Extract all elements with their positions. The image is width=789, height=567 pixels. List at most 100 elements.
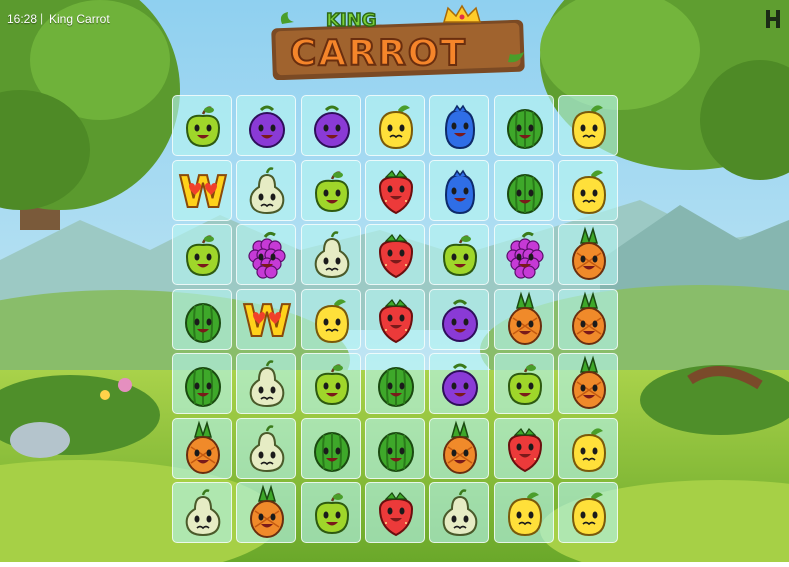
lemon-icon [378, 105, 413, 150]
grid-cell[interactable] [236, 482, 297, 543]
grid-cell[interactable] [364, 95, 425, 156]
purple-plum-icon [249, 105, 286, 148]
pear-icon [249, 166, 285, 214]
watermelon-icon [377, 367, 414, 407]
purple-plum-icon [442, 363, 479, 406]
green-apple-icon [314, 170, 349, 212]
strawberry-icon [378, 298, 413, 343]
grid-cell[interactable] [364, 482, 425, 543]
grid-cell[interactable] [493, 159, 554, 221]
green-apple-icon [185, 106, 221, 148]
lemon-icon [571, 492, 606, 537]
lemon-icon [571, 169, 606, 214]
grid-cell[interactable] [493, 288, 554, 350]
grid-cell[interactable] [429, 159, 490, 221]
grid-cell[interactable] [557, 288, 618, 350]
grid-cell[interactable] [172, 288, 232, 350]
king-carrot-logo: KING CARROT [271, 4, 525, 80]
grid-cell[interactable] [236, 159, 297, 221]
svg-text:W: W [243, 296, 292, 347]
grid-cell[interactable] [172, 417, 232, 479]
grid-cell[interactable] [364, 417, 425, 479]
pineapple-icon [571, 355, 606, 409]
grid-cell[interactable] [429, 224, 490, 285]
pineapple-icon [571, 290, 606, 345]
watermelon-icon [506, 109, 543, 149]
grid-cell[interactable] [429, 95, 490, 156]
pear-icon [314, 231, 349, 279]
pear-icon [442, 489, 478, 537]
green-apple-icon [314, 493, 349, 535]
grid-cell[interactable] [300, 482, 361, 543]
purple-plum-icon [313, 105, 350, 148]
reel-grid: W W [172, 95, 620, 545]
grid-cell[interactable] [300, 224, 361, 285]
green-apple-icon [507, 364, 542, 406]
game-title: King Carrot [49, 12, 110, 26]
grid-cell[interactable] [236, 353, 297, 414]
watermelon-icon [506, 173, 543, 214]
grid-cell[interactable] [557, 353, 618, 414]
watermelon-icon [185, 302, 221, 343]
grid-cell[interactable] [493, 482, 554, 543]
grid-cell[interactable] [557, 482, 618, 543]
pineapple-icon [443, 419, 478, 474]
grid-cell[interactable] [429, 353, 490, 414]
pineapple-icon [507, 290, 542, 345]
grid-cell[interactable] [300, 353, 361, 414]
grid-cell[interactable] [172, 482, 232, 543]
grid-cell[interactable]: W [236, 288, 297, 350]
grid-cell[interactable] [300, 159, 361, 221]
grid-cell[interactable] [493, 95, 554, 156]
grid-cell[interactable] [300, 95, 361, 156]
pear-icon [249, 360, 285, 408]
grapes-icon [248, 231, 286, 279]
game-scene: 16:28 | King Carrot KING CARROT W W [0, 0, 789, 567]
grid-cell[interactable] [300, 288, 361, 350]
purple-plum-icon [442, 299, 479, 342]
strawberry-icon [378, 169, 413, 214]
grid-cell[interactable] [364, 288, 425, 350]
lemon-icon [571, 427, 606, 472]
grid-cell[interactable] [172, 224, 232, 285]
watermelon-icon [185, 367, 221, 407]
blueberry-icon [445, 169, 476, 214]
grid-cell[interactable] [236, 417, 297, 479]
strawberry-icon [378, 234, 413, 279]
pineapple-icon [186, 419, 220, 474]
grid-cell[interactable] [364, 353, 425, 414]
grid-cell[interactable] [493, 353, 554, 414]
lemon-icon [314, 298, 349, 343]
watermelon-icon [313, 431, 350, 472]
pineapple-icon [571, 226, 606, 280]
logo-big-text: CARROT [290, 33, 467, 74]
lemon-icon [571, 105, 606, 150]
grid-cell[interactable] [172, 95, 232, 156]
menu-icon[interactable] [764, 8, 782, 30]
clock-time: 16:28 [7, 12, 38, 26]
pear-icon [185, 489, 221, 537]
grid-cell[interactable] [429, 288, 490, 350]
grid-cell[interactable] [300, 417, 361, 479]
grid-cell[interactable] [493, 417, 554, 479]
grid-cell[interactable] [236, 224, 297, 285]
grid-cell[interactable] [493, 224, 554, 285]
grid-cell[interactable] [364, 224, 425, 285]
green-apple-icon [443, 235, 478, 277]
grid-cell[interactable] [236, 95, 297, 156]
grid-cell[interactable] [364, 159, 425, 221]
grid-cell[interactable] [172, 353, 232, 414]
grid-cell[interactable] [429, 417, 490, 479]
grid-cell[interactable] [429, 482, 490, 543]
lemon-icon [507, 492, 542, 537]
green-apple-icon [185, 235, 221, 277]
wild-icon: W [178, 166, 229, 219]
grid-cell[interactable] [557, 224, 618, 285]
grid-cell[interactable] [557, 417, 618, 479]
grid-cell[interactable] [557, 159, 618, 221]
strawberry-icon [507, 427, 542, 472]
separator-bar: | [40, 11, 44, 25]
strawberry-icon [378, 492, 413, 537]
grid-cell[interactable]: W [172, 159, 232, 221]
grid-cell[interactable] [557, 95, 618, 156]
